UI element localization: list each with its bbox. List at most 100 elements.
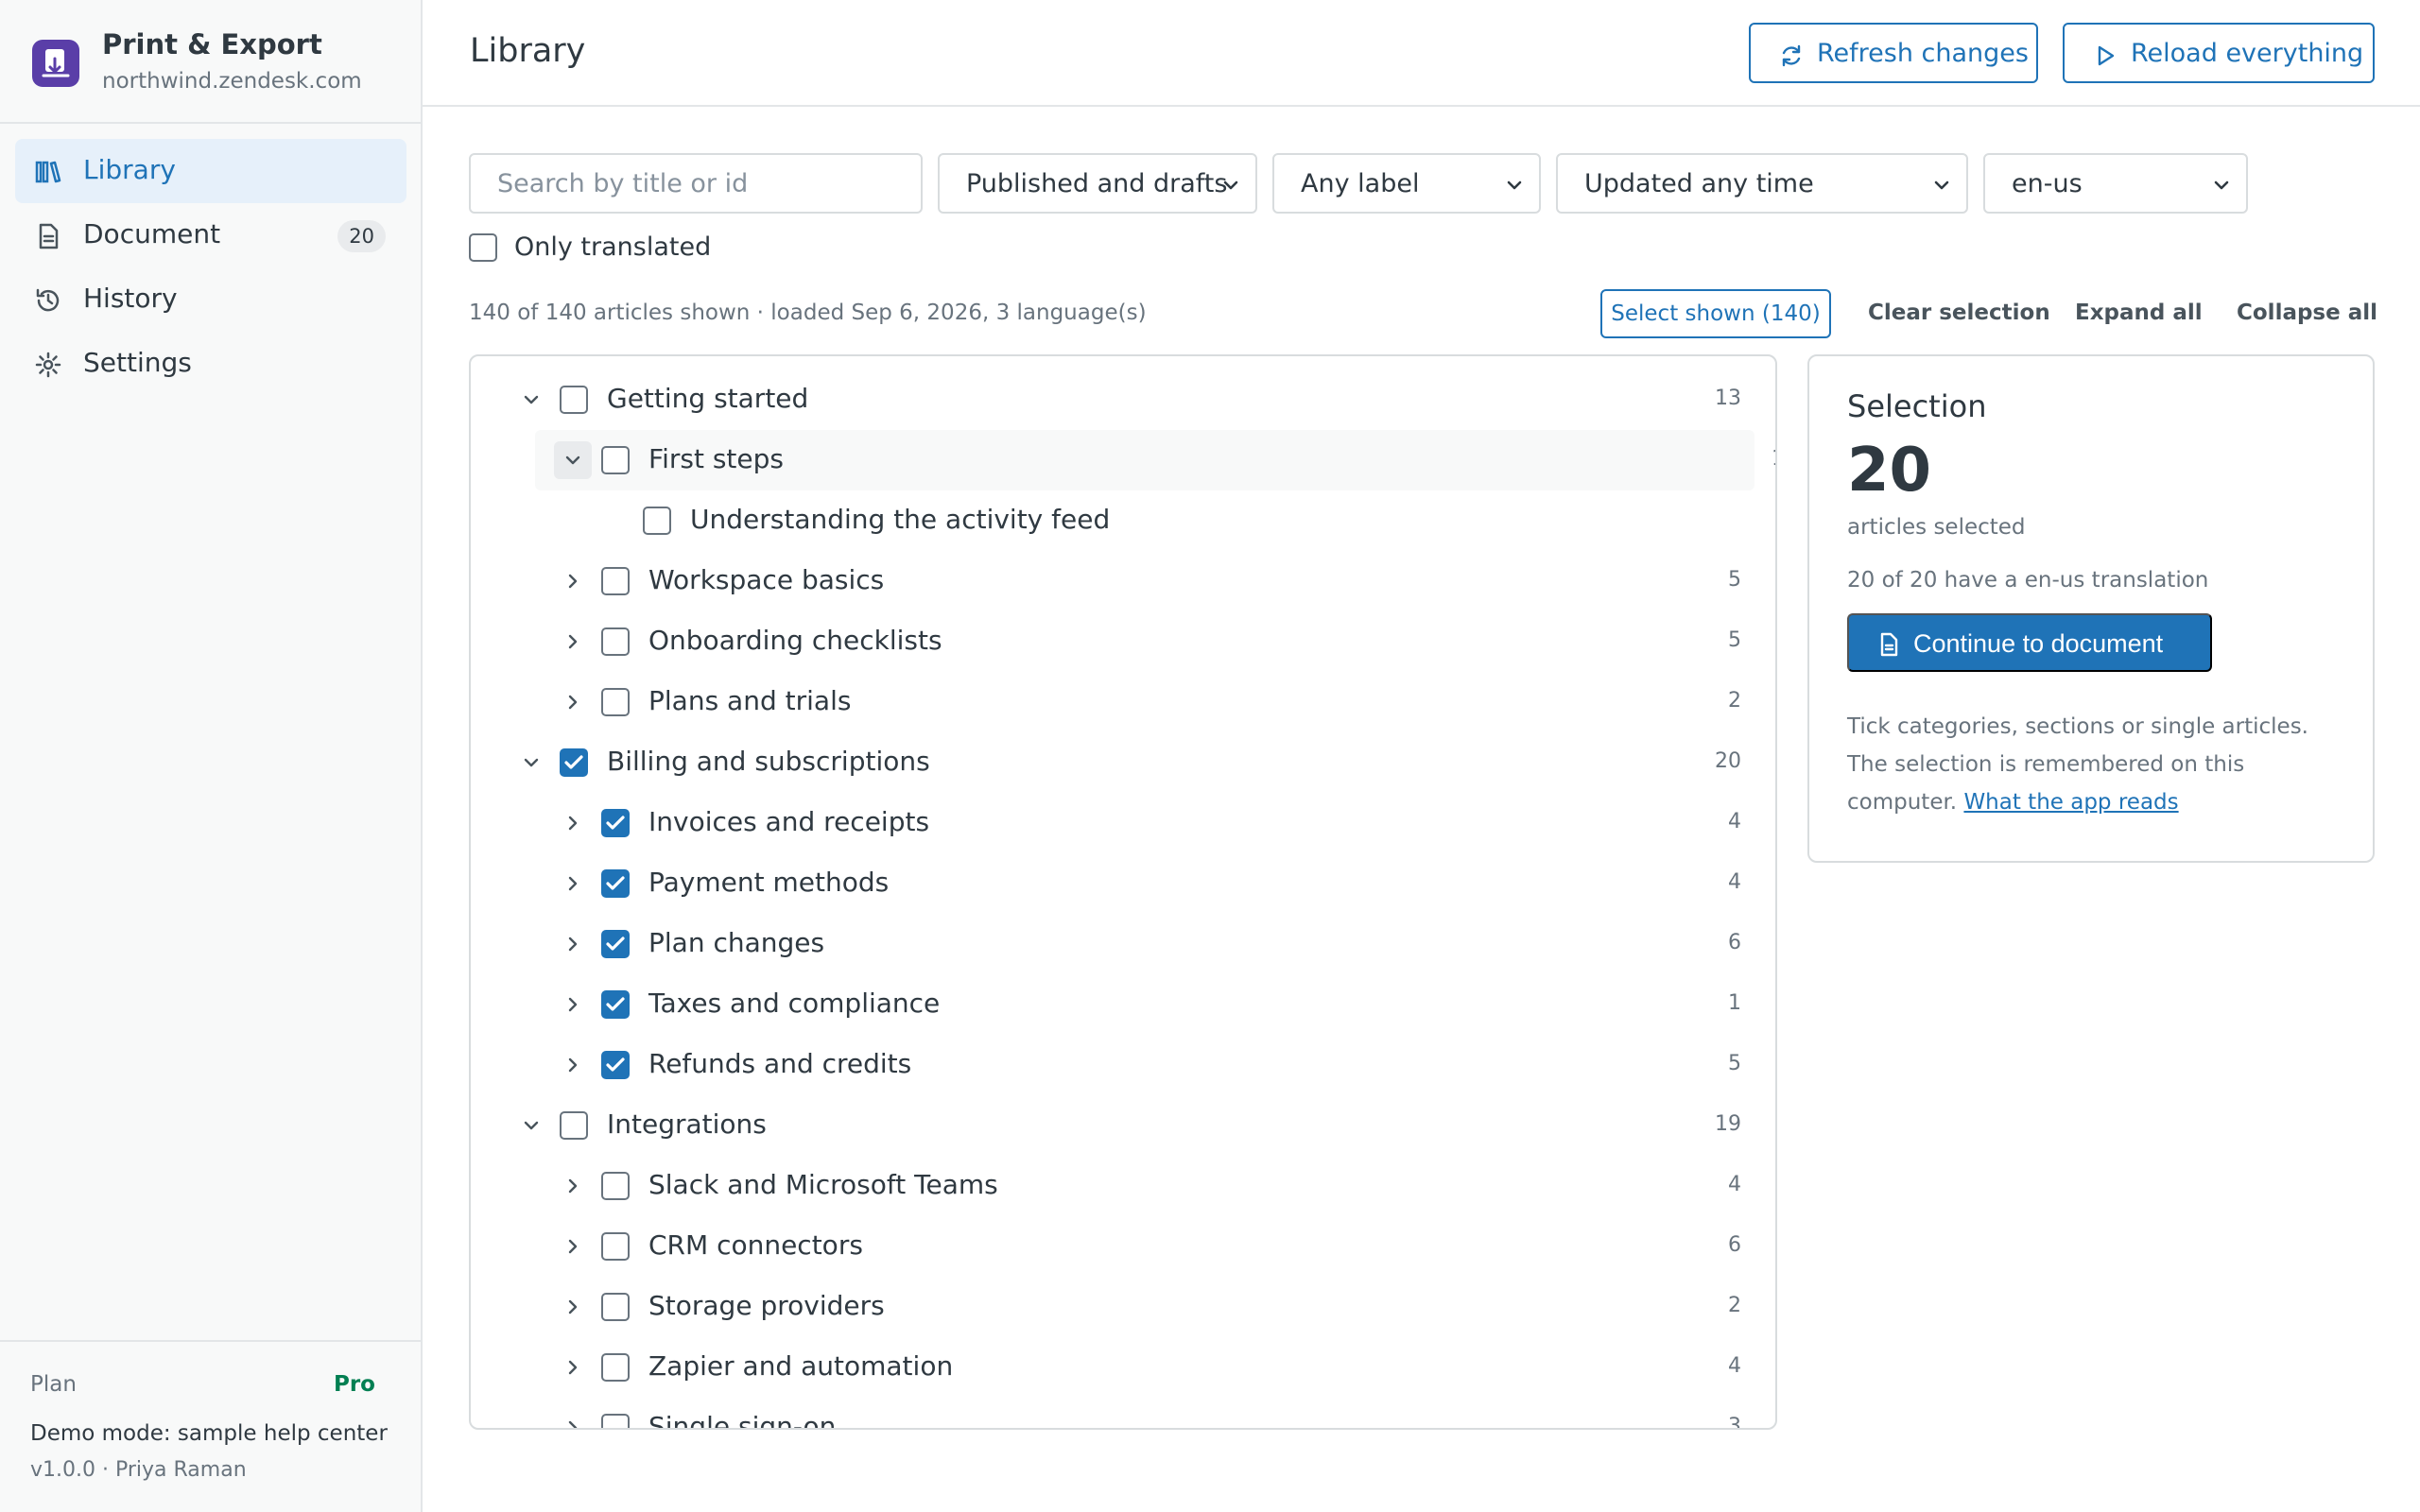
select-shown-button[interactable]: Select shown (140) xyxy=(1600,289,1831,338)
chevron-right-icon[interactable] xyxy=(554,1228,592,1265)
row-checkbox[interactable] xyxy=(601,1051,630,1079)
search-input[interactable]: Search by title or id xyxy=(469,153,923,214)
row-label: Integrations xyxy=(607,1108,767,1140)
section-row[interactable]: Onboarding checklists 5 xyxy=(471,611,1775,672)
row-label: Storage providers xyxy=(648,1290,885,1321)
chevron-right-icon[interactable] xyxy=(554,865,592,902)
selection-panel: Selection 20 articles selected 20 of 20 … xyxy=(1807,354,2375,863)
section-row[interactable]: Plans and trials 2 xyxy=(471,672,1775,732)
chevron-down-icon[interactable] xyxy=(512,744,550,782)
updated-select[interactable]: Updated any time xyxy=(1556,153,1968,214)
what-the-app-reads-link[interactable]: What the app reads xyxy=(1963,790,2178,815)
chevron-down-icon[interactable] xyxy=(512,1107,550,1144)
chevron-right-icon[interactable] xyxy=(554,623,592,661)
row-checkbox[interactable] xyxy=(601,930,630,958)
category-row[interactable]: Billing and subscriptions 20 xyxy=(471,732,1775,793)
row-checkbox[interactable] xyxy=(601,869,630,898)
selection-title: Selection xyxy=(1847,388,1987,424)
brand-header: Print & Export northwind.zendesk.com xyxy=(0,0,421,124)
chevron-right-icon[interactable] xyxy=(554,683,592,721)
row-checkbox[interactable] xyxy=(560,748,588,777)
row-checkbox[interactable] xyxy=(601,567,630,595)
row-count: 19 xyxy=(1715,1112,1741,1136)
section-row[interactable]: CRM connectors 6 xyxy=(471,1216,1775,1277)
expand-all-button[interactable]: Expand all xyxy=(2075,301,2203,325)
row-checkbox[interactable] xyxy=(601,1414,630,1428)
translation-status: 20 of 20 have a en-us translation xyxy=(1847,568,2209,593)
chevron-right-icon[interactable] xyxy=(554,986,592,1023)
section-row[interactable]: Taxes and compliance 1 xyxy=(471,974,1775,1035)
chevron-right-icon[interactable] xyxy=(554,1349,592,1386)
chevron-right-icon[interactable] xyxy=(554,804,592,842)
chevron-right-icon[interactable] xyxy=(554,1046,592,1084)
category-row[interactable]: Getting started 13 xyxy=(471,369,1775,430)
row-checkbox[interactable] xyxy=(601,1293,630,1321)
row-checkbox[interactable] xyxy=(601,809,630,837)
row-count: 3 xyxy=(1728,1415,1741,1430)
row-checkbox[interactable] xyxy=(601,990,630,1019)
row-checkbox[interactable] xyxy=(601,627,630,656)
status-select[interactable]: Published and drafts xyxy=(938,153,1257,214)
locale-select[interactable]: en-us xyxy=(1983,153,2248,214)
chevron-right-icon[interactable] xyxy=(554,1167,592,1205)
continue-to-document-button[interactable]: Continue to document xyxy=(1847,613,2212,672)
chevron-down-icon[interactable] xyxy=(512,381,550,419)
row-count: 1 xyxy=(1772,447,1775,471)
row-checkbox[interactable] xyxy=(560,1111,588,1140)
row-checkbox[interactable] xyxy=(601,1232,630,1261)
section-row[interactable]: Workspace basics 5 xyxy=(471,551,1775,611)
section-row[interactable]: Slack and Microsoft Teams 4 xyxy=(471,1156,1775,1216)
section-row[interactable]: First steps 1 xyxy=(535,430,1775,490)
row-count: 4 xyxy=(1728,870,1741,894)
chevron-right-icon[interactable] xyxy=(554,1409,592,1428)
chevron-right-icon[interactable] xyxy=(554,562,592,600)
section-row[interactable]: Single sign-on 3 xyxy=(471,1398,1775,1430)
category-row[interactable]: Integrations 19 xyxy=(471,1095,1775,1156)
row-label: Workspace basics xyxy=(648,564,885,595)
row-count: 6 xyxy=(1728,931,1741,954)
sidebar-item-document[interactable]: Document 20 xyxy=(15,203,406,267)
row-checkbox[interactable] xyxy=(643,507,671,535)
label-select[interactable]: Any label xyxy=(1272,153,1541,214)
reload-everything-button[interactable]: Reload everything xyxy=(2063,23,2375,83)
chevron-down-icon[interactable] xyxy=(554,441,592,479)
row-count: 4 xyxy=(1728,1354,1741,1378)
refresh-icon xyxy=(1782,44,1801,67)
row-checkbox[interactable] xyxy=(601,1172,630,1200)
collapse-all-button[interactable]: Collapse all xyxy=(2237,301,2377,325)
row-label: Understanding the activity feed xyxy=(690,504,1111,535)
row-count: 2 xyxy=(1728,1294,1741,1317)
chevron-right-icon[interactable] xyxy=(554,1288,592,1326)
chevron-down-icon xyxy=(1223,180,1238,190)
section-row[interactable]: Plan changes 6 xyxy=(471,914,1775,974)
section-row[interactable]: Storage providers 2 xyxy=(471,1277,1775,1337)
clear-selection-button[interactable]: Clear selection xyxy=(1868,301,2050,325)
sidebar-item-history[interactable]: History xyxy=(15,267,406,332)
selection-count: 20 xyxy=(1847,436,1932,506)
page-title: Library xyxy=(470,32,586,70)
chevron-down-icon xyxy=(2214,180,2229,190)
row-label: First steps xyxy=(648,443,784,474)
row-checkbox[interactable] xyxy=(601,446,630,474)
row-label: Slack and Microsoft Teams xyxy=(648,1169,998,1200)
section-row[interactable]: Zapier and automation 4 xyxy=(471,1337,1775,1398)
section-row[interactable]: Payment methods 4 xyxy=(471,853,1775,914)
selection-help-text: Tick categories, sections or single arti… xyxy=(1847,708,2348,821)
sidebar-item-library[interactable]: Library xyxy=(15,139,406,203)
sidebar-item-settings[interactable]: Settings xyxy=(15,332,406,396)
section-row[interactable]: Invoices and receipts 4 xyxy=(471,793,1775,853)
sidebar-item-label: History xyxy=(83,283,178,314)
row-checkbox[interactable] xyxy=(601,1353,630,1382)
page-header: Library Refresh changes Reload everythin… xyxy=(423,0,2420,107)
row-checkbox[interactable] xyxy=(601,688,630,716)
refresh-changes-button[interactable]: Refresh changes xyxy=(1749,23,2038,83)
row-count: 13 xyxy=(1715,387,1741,410)
selection-subtitle: articles selected xyxy=(1847,515,2026,540)
chevron-right-icon[interactable] xyxy=(554,925,592,963)
plan-value: Pro xyxy=(333,1372,375,1397)
article-row[interactable]: Understanding the activity feed xyxy=(471,490,1775,551)
sidebar-footer: Plan Pro Demo mode: sample help center v… xyxy=(0,1340,421,1512)
section-row[interactable]: Refunds and credits 5 xyxy=(471,1035,1775,1095)
only-translated-checkbox[interactable] xyxy=(469,233,497,262)
row-checkbox[interactable] xyxy=(560,386,588,414)
